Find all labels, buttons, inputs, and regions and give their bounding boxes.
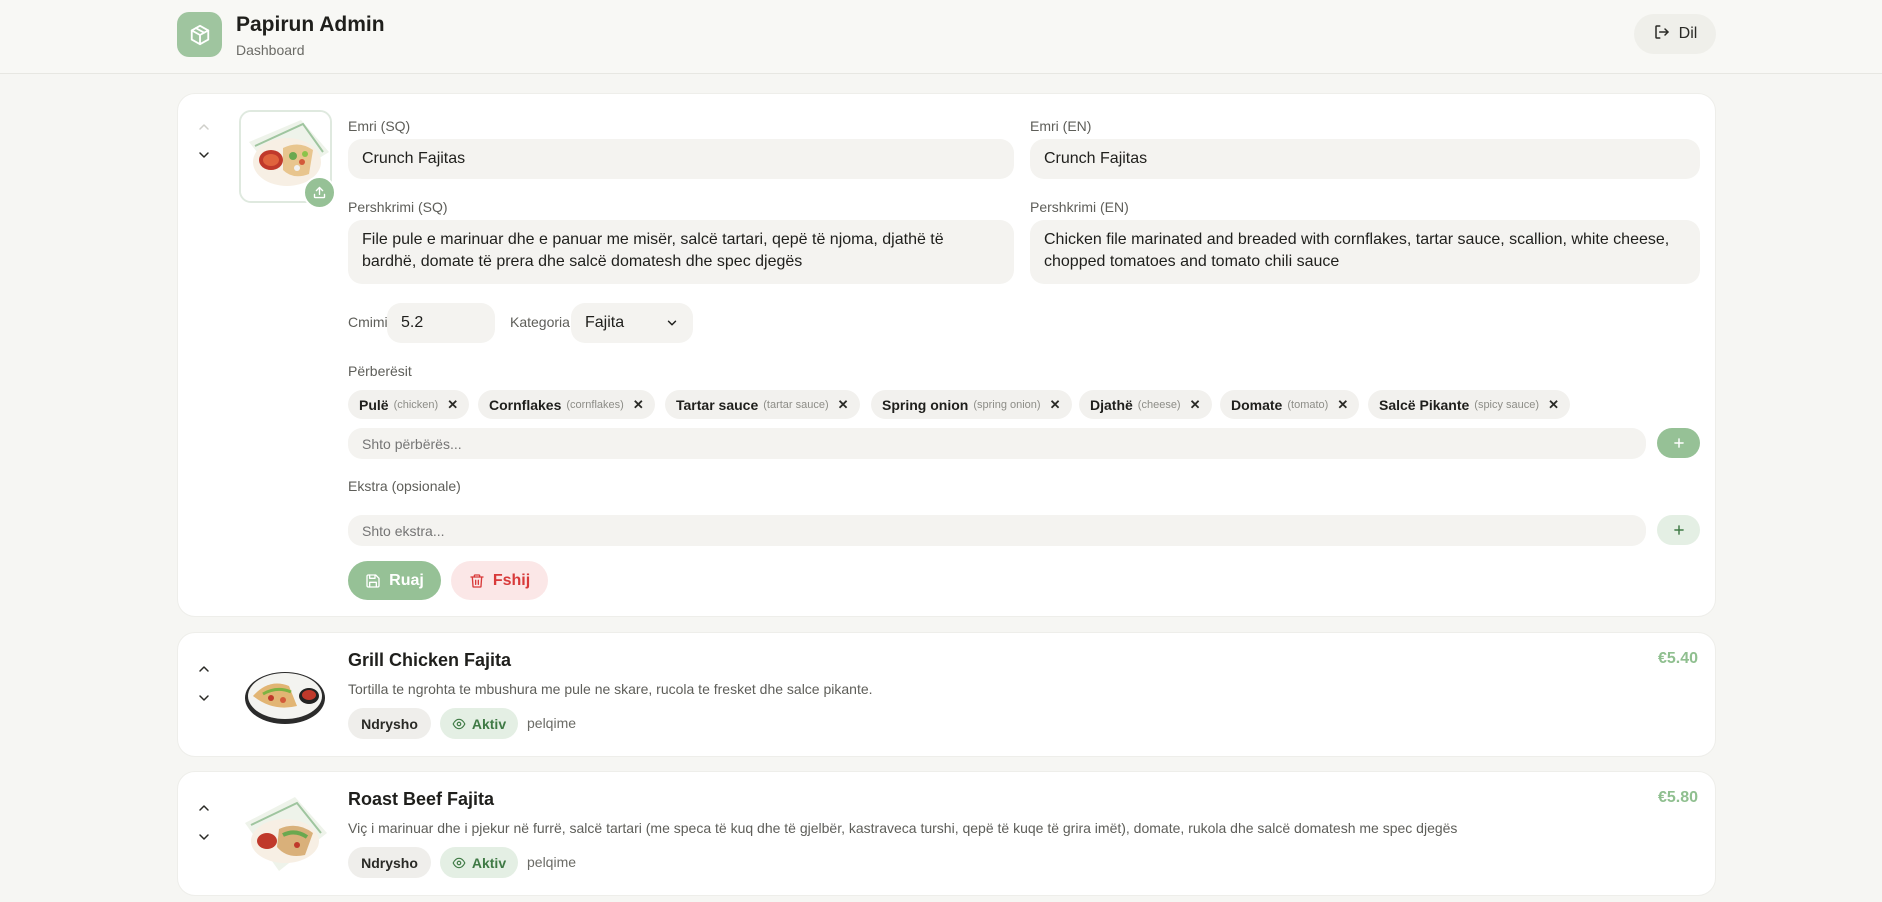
move-up-button[interactable] <box>193 116 215 138</box>
trash-icon <box>470 573 484 588</box>
delete-label: Fshij <box>492 571 531 589</box>
logout-icon <box>1653 23 1671 46</box>
chevron-down-icon <box>199 695 209 701</box>
item-description: Tortilla te ngrohta te mbushura me pule … <box>348 681 873 697</box>
edit-item-button[interactable]: Ndrysho <box>348 847 431 878</box>
remove-ingredient-icon[interactable]: ✕ <box>633 397 644 413</box>
item-tag: pelqime <box>527 854 577 870</box>
remove-ingredient-icon[interactable]: ✕ <box>447 397 458 413</box>
move-up-button[interactable] <box>193 797 215 819</box>
save-label: Ruaj <box>389 571 424 589</box>
chevron-down-icon <box>667 320 677 326</box>
remove-ingredient-icon[interactable]: ✕ <box>1050 397 1061 413</box>
upload-icon <box>313 186 326 199</box>
upload-image-button[interactable] <box>303 176 336 209</box>
app-title: Papirun Admin <box>236 13 385 36</box>
top-bar: Papirun Admin Dashboard Dil <box>0 0 1882 74</box>
name-en-label: Emri (EN) <box>1030 118 1092 134</box>
category-select[interactable]: Fajita <box>571 303 693 343</box>
item-tag: pelqime <box>527 715 577 731</box>
plus-icon <box>1673 438 1684 448</box>
edit-item-button[interactable]: Ndrysho <box>348 708 431 739</box>
ingredient-chip: Cornflakes (cornflakes) ✕ <box>478 390 655 419</box>
ingredient-chip: Spring onion (spring onion) ✕ <box>871 390 1072 419</box>
chevron-up-icon <box>199 124 209 130</box>
chevron-up-icon <box>199 805 209 811</box>
price-label: Cmimi <box>348 314 388 330</box>
eye-icon <box>452 857 466 868</box>
description-en-input[interactable]: Chicken file marinated and breaded with … <box>1030 220 1700 284</box>
menu-item-card: Grill Chicken Fajita Tortilla te ngrohta… <box>177 632 1716 757</box>
status-toggle[interactable]: Aktiv <box>440 708 518 739</box>
chevron-down-icon <box>199 152 209 158</box>
description-sq-input[interactable]: File pule e marinuar dhe e panuar me mis… <box>348 220 1014 284</box>
remove-ingredient-icon[interactable]: ✕ <box>1337 397 1348 413</box>
plus-icon <box>1673 525 1684 535</box>
move-up-button[interactable] <box>193 658 215 680</box>
ingredient-chip: Salcë Pikante (spicy sauce) ✕ <box>1368 390 1570 419</box>
status-label: Aktiv <box>471 715 507 732</box>
move-down-button[interactable] <box>193 687 215 709</box>
item-name: Grill Chicken Fajita <box>348 650 512 670</box>
delete-button[interactable]: Fshij <box>451 561 548 600</box>
item-image <box>239 650 331 742</box>
ingredient-chip: Pulë (chicken) ✕ <box>348 390 470 419</box>
ingredient-chip: Domate (tomato) ✕ <box>1220 390 1360 419</box>
item-description: Viç i marinuar dhe i pjekur në furrë, sa… <box>348 820 1458 836</box>
eye-icon <box>452 718 466 729</box>
status-toggle[interactable]: Aktiv <box>440 847 518 878</box>
box-logo-icon <box>177 12 222 57</box>
logout-label: Dil <box>1678 25 1698 42</box>
menu-item-editor: Emri (SQ) Crunch Fajitas Emri (EN) Crunc… <box>177 93 1716 617</box>
add-ingredient-input[interactable] <box>348 428 1646 459</box>
item-image <box>239 789 331 881</box>
add-ingredient-button[interactable] <box>1657 428 1700 458</box>
category-value: Fajita <box>585 314 625 331</box>
add-extra-input[interactable] <box>348 515 1646 546</box>
item-price: €5.40 <box>1657 650 1698 667</box>
category-label: Kategoria <box>510 314 570 330</box>
item-name: Roast Beef Fajita <box>348 789 495 809</box>
ingredient-chip: Djathë (cheese) ✕ <box>1079 390 1212 419</box>
move-down-button[interactable] <box>193 826 215 848</box>
move-down-button[interactable] <box>193 144 215 166</box>
status-label: Aktiv <box>471 854 507 871</box>
item-price: €5.80 <box>1657 789 1698 806</box>
ingredients-label: Përberësit <box>348 363 412 379</box>
chevron-down-icon <box>199 834 209 840</box>
name-sq-input[interactable]: Crunch Fajitas <box>348 139 1014 179</box>
remove-ingredient-icon[interactable]: ✕ <box>838 397 849 413</box>
remove-ingredient-icon[interactable]: ✕ <box>1190 397 1201 413</box>
name-sq-label: Emri (SQ) <box>348 118 411 134</box>
save-icon <box>366 573 380 588</box>
save-button[interactable]: Ruaj <box>348 561 441 600</box>
extras-label: Ekstra (opsionale) <box>348 478 461 494</box>
name-en-input[interactable]: Crunch Fajitas <box>1030 139 1700 179</box>
add-extra-button[interactable] <box>1657 515 1700 545</box>
menu-item-card: Roast Beef Fajita Viç i marinuar dhe i p… <box>177 771 1716 896</box>
ingredient-chip: Tartar sauce (tartar sauce) ✕ <box>665 390 860 419</box>
description-sq-label: Pershkrimi (SQ) <box>348 199 448 215</box>
price-input[interactable]: 5.2 <box>387 303 495 343</box>
remove-ingredient-icon[interactable]: ✕ <box>1548 397 1559 413</box>
app-subtitle: Dashboard <box>236 42 305 58</box>
chevron-up-icon <box>199 666 209 672</box>
description-en-label: Pershkrimi (EN) <box>1030 199 1129 215</box>
logout-button[interactable]: Dil <box>1634 14 1716 54</box>
